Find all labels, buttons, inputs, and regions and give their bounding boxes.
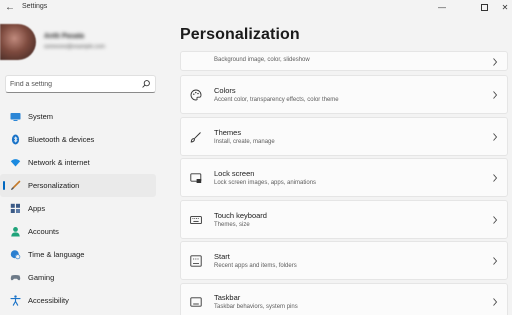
search-icon bbox=[142, 80, 150, 88]
title-bar: ← Settings — ✕ bbox=[0, 0, 512, 16]
sidebar-item-time-language[interactable]: Time & language bbox=[0, 243, 156, 266]
brush-icon bbox=[190, 132, 201, 143]
start-icon bbox=[190, 255, 202, 267]
card-title: Colors bbox=[214, 86, 236, 95]
brush-icon bbox=[11, 180, 21, 190]
app-title: Settings bbox=[22, 3, 48, 10]
sidebar-item-personalization[interactable]: Personalization bbox=[0, 174, 156, 197]
sidebar-item-label: Gaming bbox=[28, 273, 55, 282]
card-title: Lock screen bbox=[214, 169, 255, 178]
setting-card-themes[interactable]: Themes Install, create, manage bbox=[180, 117, 508, 156]
setting-card-taskbar[interactable]: Taskbar Taskbar behaviors, system pins bbox=[180, 283, 508, 315]
sidebar-item-accessibility[interactable]: Accessibility bbox=[0, 289, 156, 312]
sidebar-item-system[interactable]: System bbox=[0, 105, 156, 128]
lock-screen-icon bbox=[190, 173, 202, 183]
card-subtitle: Background image, color, slideshow bbox=[214, 57, 310, 63]
keyboard-icon bbox=[190, 216, 202, 225]
card-subtitle: Taskbar behaviors, system pins bbox=[214, 304, 298, 310]
setting-card-background[interactable]: Background image, color, slideshow bbox=[180, 51, 508, 71]
card-subtitle: Accent color, transparency effects, colo… bbox=[214, 97, 339, 103]
sidebar-item-label: Bluetooth & devices bbox=[28, 135, 95, 144]
setting-card-touch-keyboard[interactable]: Touch keyboard Themes, size bbox=[180, 200, 508, 239]
user-card[interactable]: Antti Pasala someone@example.com bbox=[0, 20, 170, 64]
taskbar-icon bbox=[190, 297, 202, 307]
sidebar-item-label: Personalization bbox=[28, 181, 80, 190]
sidebar-item-label: Accounts bbox=[28, 227, 59, 236]
sidebar-item-label: Time & language bbox=[28, 250, 85, 259]
back-button[interactable]: ← bbox=[4, 2, 16, 14]
card-subtitle: Recent apps and items, folders bbox=[214, 263, 297, 269]
accessibility-icon bbox=[10, 295, 21, 306]
maximize-icon bbox=[480, 3, 488, 11]
card-subtitle: Themes, size bbox=[214, 222, 250, 228]
search-input[interactable] bbox=[10, 79, 138, 90]
setting-card-start[interactable]: Start Recent apps and items, folders bbox=[180, 241, 508, 280]
minimize-button[interactable]: — bbox=[428, 0, 456, 14]
chevron-right-icon bbox=[493, 174, 498, 182]
close-button[interactable]: ✕ bbox=[498, 0, 512, 14]
monitor-icon bbox=[10, 113, 21, 121]
sidebar-item-label: Apps bbox=[28, 204, 46, 213]
sidebar-item-bluetooth[interactable]: Bluetooth & devices bbox=[0, 128, 156, 151]
card-title: Themes bbox=[214, 128, 242, 137]
search-box[interactable] bbox=[5, 75, 156, 93]
user-name: Antti Pasala bbox=[44, 33, 85, 40]
user-email: someone@example.com bbox=[44, 44, 105, 50]
sidebar-item-label: System bbox=[28, 112, 54, 121]
sidebar-item-label: Accessibility bbox=[28, 296, 69, 305]
bluetooth-icon bbox=[11, 134, 20, 145]
sidebar-item-network[interactable]: Network & internet bbox=[0, 151, 156, 174]
sidebar-item-accounts[interactable]: Accounts bbox=[0, 220, 156, 243]
maximize-button[interactable] bbox=[470, 0, 498, 14]
sidebar-nav: System Bluetooth & devices Network & int… bbox=[0, 105, 160, 312]
chevron-right-icon bbox=[493, 216, 498, 224]
chevron-right-icon bbox=[493, 91, 498, 99]
gamepad-icon bbox=[10, 274, 21, 281]
chevron-right-icon bbox=[493, 133, 498, 141]
chevron-right-icon bbox=[493, 58, 498, 66]
sidebar-item-gaming[interactable]: Gaming bbox=[0, 266, 156, 289]
apps-icon bbox=[10, 203, 20, 213]
chevron-right-icon bbox=[493, 257, 498, 265]
setting-card-colors[interactable]: Colors Accent color, transparency effect… bbox=[180, 75, 508, 114]
wifi-icon bbox=[10, 159, 21, 167]
sidebar-item-label: Network & internet bbox=[28, 158, 90, 167]
palette-icon bbox=[190, 89, 202, 101]
card-title: Touch keyboard bbox=[214, 211, 267, 220]
globe-clock-icon bbox=[10, 250, 21, 260]
setting-card-lock-screen[interactable]: Lock screen Lock screen images, apps, an… bbox=[180, 158, 508, 197]
page-title: Personalization bbox=[180, 26, 300, 43]
active-indicator bbox=[3, 181, 5, 190]
avatar bbox=[0, 24, 36, 60]
card-title: Start bbox=[214, 252, 230, 261]
card-subtitle: Install, create, manage bbox=[214, 139, 275, 145]
sidebar-item-apps[interactable]: Apps bbox=[0, 197, 156, 220]
card-title: Taskbar bbox=[214, 293, 241, 302]
card-subtitle: Lock screen images, apps, animations bbox=[214, 180, 317, 186]
chevron-right-icon bbox=[493, 298, 498, 306]
person-icon bbox=[11, 227, 20, 237]
